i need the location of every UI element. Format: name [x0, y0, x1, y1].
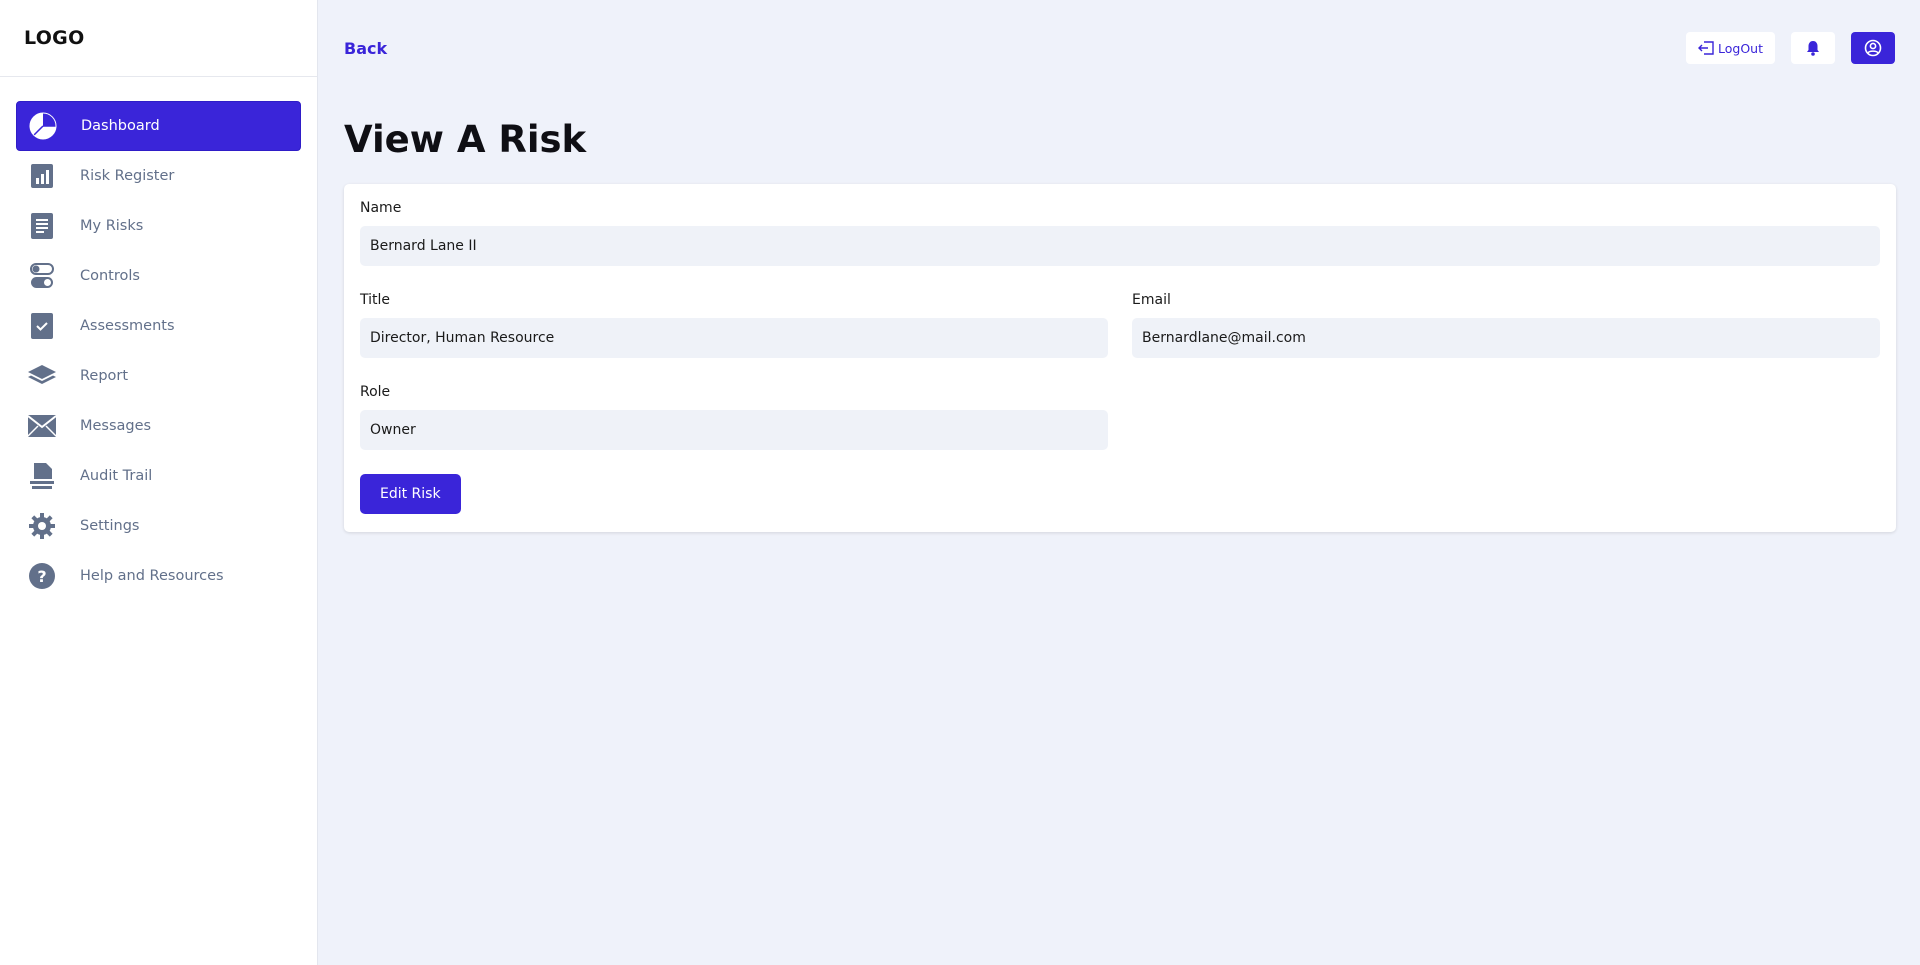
- envelope-icon: [28, 412, 56, 440]
- sidebar-nav: Dashboard Risk Register My Risks Control…: [0, 77, 317, 601]
- logout-button[interactable]: LogOut: [1686, 32, 1775, 64]
- user-circle-icon: [1864, 39, 1882, 57]
- role-label: Role: [360, 384, 391, 400]
- sidebar-item-my-risks[interactable]: My Risks: [16, 201, 301, 251]
- profile-button[interactable]: [1851, 32, 1895, 64]
- back-link[interactable]: Back: [344, 39, 387, 58]
- logo-area: LOGO: [0, 0, 317, 77]
- page-title: View A Risk: [344, 118, 587, 161]
- sidebar-item-label: Assessments: [80, 318, 175, 334]
- sidebar-item-audit-trail[interactable]: Audit Trail: [16, 451, 301, 501]
- sidebar-item-label: Controls: [80, 268, 140, 284]
- sidebar-item-label: Report: [80, 368, 129, 384]
- email-field[interactable]: Bernardlane@mail.com: [1132, 318, 1880, 358]
- sidebar-item-report[interactable]: Report: [16, 351, 301, 401]
- sidebar: LOGO Dashboard Risk Register My Risks Co…: [0, 0, 318, 965]
- checkbox-icon: [28, 312, 56, 340]
- sidebar-item-help[interactable]: ? Help and Resources: [16, 551, 301, 601]
- sidebar-item-controls[interactable]: Controls: [16, 251, 301, 301]
- title-label: Title: [360, 292, 391, 308]
- top-bar: Back LogOut: [344, 0, 1895, 96]
- sidebar-item-assessments[interactable]: Assessments: [16, 301, 301, 351]
- sidebar-item-label: My Risks: [80, 218, 144, 234]
- email-label: Email: [1132, 292, 1171, 308]
- edit-risk-button[interactable]: Edit Risk: [360, 474, 461, 514]
- sidebar-item-settings[interactable]: Settings: [16, 501, 301, 551]
- sidebar-item-label: Help and Resources: [80, 568, 224, 584]
- sidebar-item-label: Risk Register: [80, 168, 175, 184]
- svg-text:?: ?: [37, 567, 46, 586]
- notifications-button[interactable]: [1791, 32, 1835, 64]
- email-field-group: Email Bernardlane@mail.com: [1132, 292, 1880, 358]
- question-icon: ?: [28, 562, 56, 590]
- role-field-group: Role Owner: [360, 384, 1108, 450]
- role-row: Role Owner: [360, 384, 1880, 450]
- bell-icon: [1807, 41, 1819, 56]
- sidebar-item-label: Dashboard: [81, 118, 160, 134]
- sidebar-item-risk-register[interactable]: Risk Register: [16, 151, 301, 201]
- file-stack-icon: [28, 462, 56, 490]
- name-field-group: Name Bernard Lane II: [360, 200, 1880, 266]
- sidebar-item-label: Messages: [80, 418, 152, 434]
- sidebar-item-dashboard[interactable]: Dashboard: [16, 101, 301, 151]
- sidebar-item-label: Audit Trail: [80, 468, 153, 484]
- toggle-icon: [28, 262, 56, 290]
- name-label: Name: [360, 200, 402, 216]
- top-actions: LogOut: [1686, 32, 1895, 64]
- logout-label: LogOut: [1718, 40, 1763, 56]
- pie-chart-icon: [29, 112, 57, 140]
- bar-chart-icon: [28, 162, 56, 190]
- role-field[interactable]: Owner: [360, 410, 1108, 450]
- risk-detail-card: Name Bernard Lane II Title Director, Hum…: [344, 184, 1896, 532]
- document-icon: [28, 212, 56, 240]
- logo[interactable]: LOGO: [24, 27, 85, 49]
- layers-icon: [28, 362, 56, 390]
- logout-icon: [1698, 41, 1714, 55]
- main-content: Back LogOut View A Risk Name Bernard Lan…: [319, 0, 1920, 965]
- title-email-row: Title Director, Human Resource Email Ber…: [360, 292, 1880, 358]
- gear-icon: [28, 512, 56, 540]
- sidebar-item-messages[interactable]: Messages: [16, 401, 301, 451]
- title-field[interactable]: Director, Human Resource: [360, 318, 1108, 358]
- title-field-group: Title Director, Human Resource: [360, 292, 1108, 358]
- sidebar-item-label: Settings: [80, 518, 140, 534]
- name-field[interactable]: Bernard Lane II: [360, 226, 1880, 266]
